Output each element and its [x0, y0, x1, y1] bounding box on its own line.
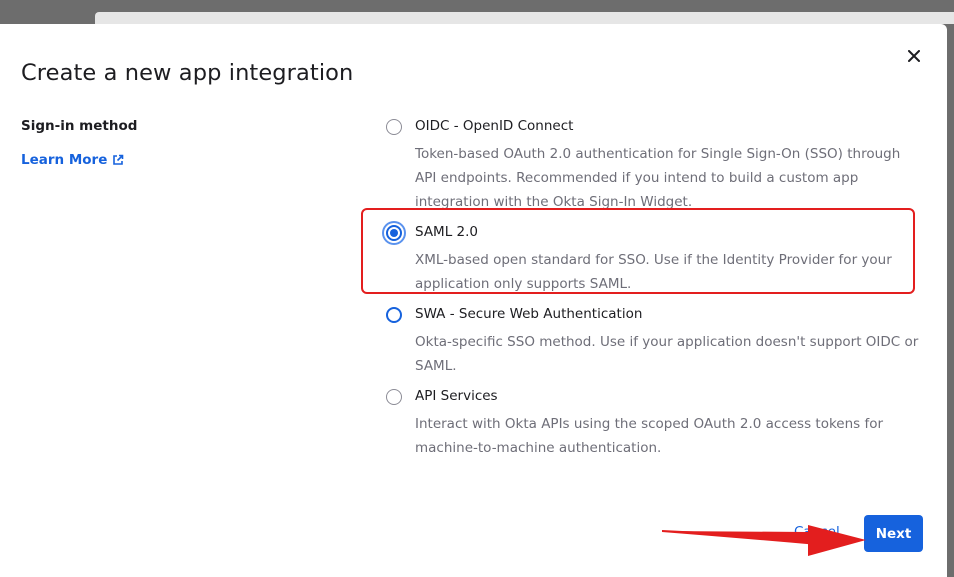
learn-more-link[interactable]: Learn More: [21, 152, 124, 168]
option-oidc-title: OIDC - OpenID Connect: [415, 118, 574, 134]
modal-title: Create a new app integration: [21, 60, 354, 86]
radio-oidc[interactable]: [386, 119, 402, 135]
radio-saml-selected[interactable]: [386, 225, 402, 241]
option-api-services-description: Interact with Okta APIs using the scoped…: [415, 416, 884, 456]
option-api-services-title: API Services: [415, 388, 498, 404]
option-swa-description: Okta-specific SSO method. Use if your ap…: [415, 334, 919, 374]
external-link-icon: [113, 154, 124, 165]
next-button[interactable]: Next: [864, 515, 923, 552]
radio-api-services[interactable]: [386, 389, 402, 405]
create-app-integration-modal: Create a new app integration Sign-in met…: [0, 24, 947, 577]
option-oidc-description: Token-based OAuth 2.0 authentication for…: [415, 146, 901, 210]
background-page-card: [95, 12, 954, 24]
sign-in-method-label: Sign-in method: [21, 118, 138, 134]
cancel-button[interactable]: Cancel: [794, 524, 840, 540]
option-saml-description: XML-based open standard for SSO. Use if …: [415, 252, 892, 292]
close-button[interactable]: [901, 43, 927, 69]
option-swa-title: SWA - Secure Web Authentication: [415, 306, 643, 322]
radio-swa[interactable]: [386, 307, 402, 323]
close-icon: [908, 50, 920, 62]
learn-more-label: Learn More: [21, 152, 108, 168]
option-saml-title: SAML 2.0: [415, 224, 478, 240]
